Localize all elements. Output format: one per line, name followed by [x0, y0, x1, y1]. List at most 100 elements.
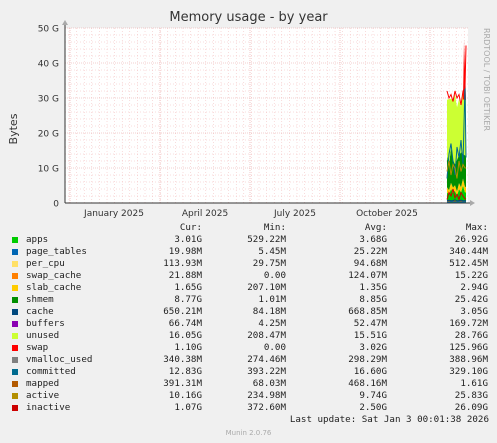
legend-name: inactive — [26, 402, 71, 413]
legend-max: 169.72M — [449, 318, 488, 329]
legend-avg: 8.85G — [359, 294, 387, 305]
last-update: Last update: Sat Jan 3 00:01:38 2026 — [289, 414, 489, 425]
legend-min: 29.75M — [252, 258, 286, 269]
legend-max: 25.42G — [454, 294, 488, 305]
legend-cur: 19.98M — [168, 246, 202, 257]
y-tick-label: 20 G — [38, 130, 59, 140]
legend-swatch — [12, 393, 18, 399]
legend-min: 0.00 — [263, 342, 286, 353]
legend-row-committed: committed 12.83G 393.22M 16.60G 329.10G — [12, 366, 492, 378]
legend-avg: 668.85M — [348, 306, 387, 317]
y-axis-arrow — [62, 20, 68, 25]
legend-swatch — [12, 273, 18, 279]
y-tick-label: 10 G — [38, 165, 59, 175]
legend-cur: 66.74M — [168, 318, 202, 329]
x-tick-label: October 2025 — [356, 209, 418, 219]
legend-name: swap_cache — [26, 270, 82, 281]
legend-min: 4.25M — [258, 318, 286, 329]
legend-swatch — [12, 357, 18, 363]
legend-max: 512.45M — [449, 258, 488, 269]
legend-min: 529.22M — [247, 234, 286, 245]
legend-name: per_cpu — [26, 258, 65, 269]
legend-name: slab_cache — [26, 282, 82, 293]
legend-cur: 650.21M — [163, 306, 202, 317]
legend-max: 2.94G — [460, 282, 488, 293]
legend-cur: 1.65G — [174, 282, 202, 293]
legend-cur: 21.88M — [168, 270, 202, 281]
legend-swatch — [12, 369, 18, 375]
legend-max: 1.61G — [460, 378, 488, 389]
legend-min: 274.46M — [247, 354, 286, 365]
legend-row-buffers: buffers 66.74M 4.25M 52.47M 169.72M — [12, 318, 492, 330]
y-tick-label: 50 G — [38, 25, 59, 35]
legend-row-slab-cache: slab_cache 1.65G 207.10M 1.35G 2.94G — [12, 282, 492, 294]
legend-row-apps: apps 3.01G 529.22M 3.68G 26.92G — [12, 234, 492, 246]
legend-cur: 12.83G — [168, 366, 202, 377]
legend-min: 207.10M — [247, 282, 286, 293]
y-tick-label: 0 — [53, 200, 59, 210]
legend-avg: 124.07M — [348, 270, 387, 281]
legend-avg: 1.35G — [359, 282, 387, 293]
legend-row-per-cpu: per_cpu 113.93M 29.75M 94.68M 512.45M — [12, 258, 492, 270]
legend-avg: 16.60G — [353, 366, 387, 377]
legend-swatch — [12, 405, 18, 411]
legend-max: 3.05G — [460, 306, 488, 317]
legend-min: 208.47M — [247, 330, 286, 341]
legend-name: vmalloc_used — [26, 354, 93, 365]
legend-min: 393.22M — [247, 366, 286, 377]
legend-name: page_tables — [26, 246, 87, 257]
legend-cur: 8.77G — [174, 294, 202, 305]
legend-swatch — [12, 333, 18, 339]
legend-name: unused — [26, 330, 60, 341]
legend-swatch — [12, 285, 18, 291]
legend-swatch — [12, 345, 18, 351]
munin-version: Munin 2.0.76 — [225, 429, 272, 437]
legend-avg: 52.47M — [353, 318, 387, 329]
legend-cur: 3.01G — [174, 234, 202, 245]
legend-name: shmem — [26, 294, 54, 305]
x-tick-label: July 2025 — [273, 209, 316, 219]
legend-min: 68.03M — [252, 378, 286, 389]
legend-avg: 468.16M — [348, 378, 387, 389]
legend-row-unused: unused 16.05G 208.47M 15.51G 28.76G — [12, 330, 492, 342]
legend-min: 84.18M — [252, 306, 286, 317]
legend-cur: 1.10G — [174, 342, 202, 353]
legend-cur: 1.07G — [174, 402, 202, 413]
legend-row-swap-cache: swap_cache 21.88M 0.00 124.07M 15.22G — [12, 270, 492, 282]
legend-name: apps — [26, 234, 49, 245]
legend-swatch — [12, 309, 18, 315]
legend-name: active — [26, 390, 60, 401]
legend-swatch — [12, 249, 18, 255]
legend-swatch — [12, 297, 18, 303]
legend-row-swap: swap 1.10G 0.00 3.02G 125.96G — [12, 342, 492, 354]
legend: Cur: Min: Avg: Max: apps 3.01G 529.22M 3.68… — [12, 222, 492, 414]
legend-avg: 3.68G — [359, 234, 387, 245]
legend-max: 28.76G — [454, 330, 488, 341]
legend-row-inactive: inactive 1.07G 372.60M 2.50G 26.09G — [12, 402, 492, 414]
x-tick-label: April 2025 — [182, 209, 228, 219]
legend-row-page-tables: page_tables 19.98M 5.45M 25.22M 340.44M — [12, 246, 492, 258]
legend-swatch — [12, 237, 18, 243]
legend-min: 5.45M — [258, 246, 286, 257]
memory-chart: 0 10 G 20 G 30 G 40 G 50 G January 2025 April 2… — [38, 20, 475, 219]
legend-name: buffers — [26, 318, 65, 329]
legend-cur: 16.05G — [168, 330, 202, 341]
legend-max: 25.83G — [454, 390, 488, 401]
legend-row-mapped: mapped 391.31M 68.03M 468.16M 1.61G — [12, 378, 492, 390]
legend-swatch — [12, 381, 18, 387]
legend-row-vmalloc-used: vmalloc_used 340.38M 274.46M 298.29M 388.96M — [12, 354, 492, 366]
legend-name: cache — [26, 306, 54, 317]
legend-row-active: active 10.16G 234.98M 9.74G 25.83G — [12, 390, 492, 402]
legend-avg: 25.22M — [353, 246, 387, 257]
legend-row-cache: cache 650.21M 84.18M 668.85M 3.05G — [12, 306, 492, 318]
legend-max: 329.10G — [449, 366, 488, 377]
legend-avg: 298.29M — [348, 354, 387, 365]
legend-min: 372.60M — [247, 402, 286, 413]
legend-swatch — [12, 321, 18, 327]
legend-avg: 2.50G — [359, 402, 387, 413]
legend-max: 26.92G — [454, 234, 488, 245]
legend-min: 0.00 — [263, 270, 286, 281]
legend-min: 1.01M — [258, 294, 286, 305]
x-axis-arrow — [470, 200, 475, 206]
legend-row-shmem: shmem 8.77G 1.01M 8.85G 25.42G — [12, 294, 492, 306]
